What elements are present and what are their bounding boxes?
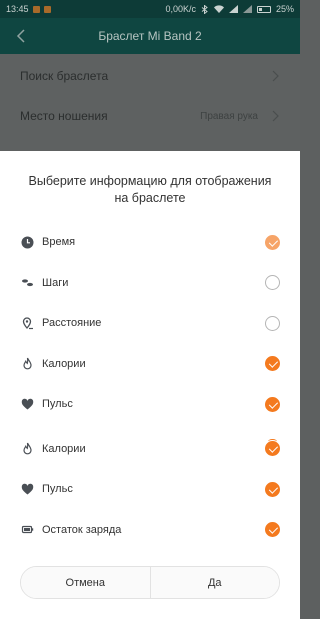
option-checkbox[interactable] (265, 439, 280, 457)
option-pulse[interactable]: Пульс (0, 469, 300, 510)
option-checkbox[interactable] (265, 481, 280, 497)
option-label: Калории (42, 442, 86, 455)
option-label: Расстояние (42, 317, 102, 330)
option-steps[interactable]: Шаги (0, 263, 300, 304)
heart-icon (20, 482, 34, 496)
notification-icon (32, 5, 40, 13)
option-label: Пульс (42, 398, 73, 411)
battery-percent: 25% (275, 4, 294, 14)
status-time: 13:45 (6, 4, 29, 14)
display-items-dialog: Выберите информацию для отображения на б… (0, 151, 300, 619)
option-label: Калории (42, 357, 86, 370)
option-label: Шаги (42, 276, 69, 289)
settings-row-wear-location[interactable]: Место ношения Правая рука (0, 96, 300, 136)
ok-button[interactable]: Да (149, 567, 279, 598)
option-pulse[interactable]: Пульс (0, 384, 300, 425)
option-checkbox[interactable] (265, 315, 280, 331)
option-distance[interactable]: Расстояние (0, 303, 300, 344)
option-list: Время Шаги Расстояние Калории Пульс Кало… (0, 222, 300, 550)
network-speed: 0,00K/c (165, 4, 196, 14)
flame-icon (20, 442, 34, 456)
location-pin-icon (20, 316, 34, 330)
app-title: Браслет Mi Band 2 (98, 29, 202, 43)
option-checkbox[interactable] (265, 234, 280, 250)
option-calories[interactable]: Калории (0, 344, 300, 385)
option-label: Остаток заряда (42, 523, 122, 536)
dialog-buttons: Отмена Да (20, 566, 280, 599)
option-checkbox[interactable] (265, 522, 280, 538)
settings-row-find-band[interactable]: Поиск браслета (0, 56, 300, 96)
chevron-right-icon (272, 70, 279, 82)
option-checkbox[interactable] (265, 275, 280, 291)
dialog-title: Выберите информацию для отображения на б… (28, 174, 272, 205)
settings-list: Поиск браслета Место ношения Правая рука (0, 54, 300, 151)
signal-icon (228, 5, 238, 13)
back-arrow-icon[interactable] (14, 28, 30, 44)
settings-row-label: Место ношения (20, 109, 108, 123)
settings-row-value: Правая рука (200, 110, 258, 122)
option-time[interactable]: Время (0, 222, 300, 263)
option-calories[interactable]: Калории (0, 429, 300, 470)
battery-icon (20, 523, 34, 537)
option-battery[interactable]: Остаток заряда (0, 510, 300, 551)
option-checkbox[interactable] (265, 356, 280, 372)
heart-icon (20, 397, 34, 411)
clock-icon (20, 235, 34, 249)
signal-icon (242, 5, 252, 13)
battery-icon (256, 5, 271, 13)
app-bar: Браслет Mi Band 2 (0, 18, 300, 54)
option-checkbox[interactable] (265, 396, 280, 412)
flame-icon (20, 357, 34, 371)
settings-row-label: Поиск браслета (20, 69, 109, 83)
wifi-icon (213, 5, 224, 13)
option-label: Пульс (42, 483, 73, 496)
notification-icon (43, 5, 51, 13)
cancel-button[interactable]: Отмена (21, 567, 150, 598)
steps-icon (20, 276, 34, 290)
status-bar: 13:45 0,00K/c 25% (0, 0, 300, 18)
chevron-right-icon (272, 110, 279, 122)
bluetooth-icon (201, 4, 208, 14)
option-label: Время (42, 236, 76, 249)
